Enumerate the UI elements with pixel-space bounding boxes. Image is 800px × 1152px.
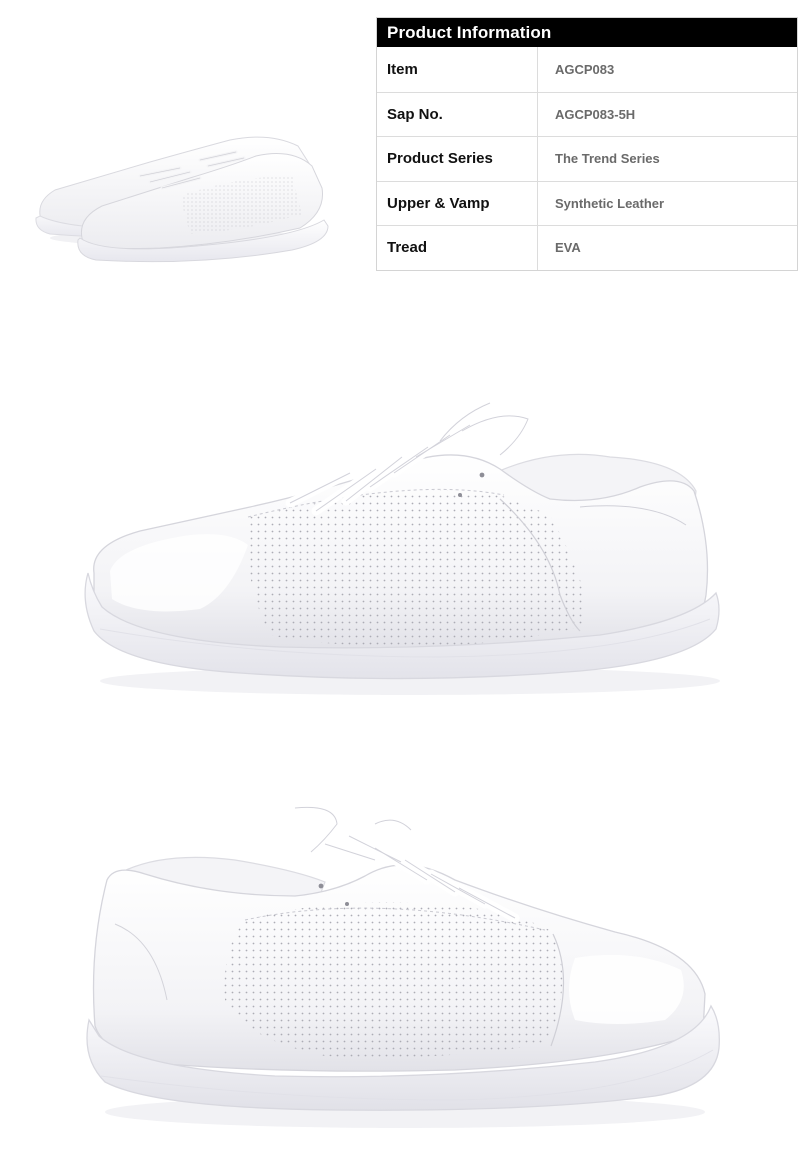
info-row-product-series: Product Series The Trend Series [377,136,797,181]
shoe-medial-image [86,802,720,1128]
info-label: Tread [377,226,538,270]
info-value: The Trend Series [555,151,660,167]
shoe-pair-image [35,136,329,263]
info-label: Sap No. [377,92,538,136]
info-label: Product Series [377,137,538,181]
info-value: AGCP083 [555,61,615,77]
info-row-item: Item AGCP083 [377,47,797,92]
info-label: Item [377,47,538,92]
info-row-tread: Tread EVA [377,225,797,270]
info-label: Upper & Vamp [377,181,538,225]
product-info-table: Product Information Item AGCP083 Sap No.… [376,17,798,271]
info-value: AGCP083-5H [555,106,636,122]
info-row-sap-no: Sap No. AGCP083-5H [377,91,797,136]
info-value: Synthetic Leather [555,195,665,211]
product-info-header: Product Information [377,18,797,47]
info-row-upper-vamp: Upper & Vamp Synthetic Leather [377,180,797,225]
product-info-rows: Item AGCP083 Sap No. AGCP083-5H Product … [377,47,797,270]
shoe-lateral-image [84,398,720,695]
info-value: EVA [555,240,581,256]
